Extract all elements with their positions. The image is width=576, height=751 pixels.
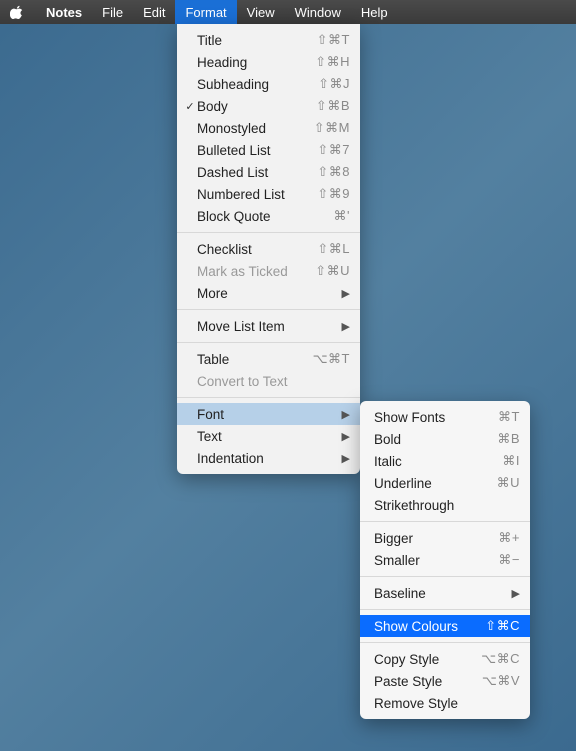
menu-item-body[interactable]: ✓Body⇧⌘B [177, 95, 360, 117]
font-submenu: Show Fonts⌘T Bold⌘B Italic⌘I Underline⌘U… [360, 401, 530, 719]
menu-separator [177, 309, 360, 310]
menubar-item-edit[interactable]: Edit [133, 0, 175, 24]
menubar-app-name[interactable]: Notes [36, 0, 92, 24]
menu-item-baseline[interactable]: Baseline▶ [360, 582, 530, 604]
check-icon: ✓ [183, 100, 197, 113]
menu-item-paste-style[interactable]: Paste Style⌥⌘V [360, 670, 530, 692]
menu-item-table[interactable]: Table⌥⌘T [177, 348, 360, 370]
chevron-right-icon: ▶ [338, 452, 350, 465]
menu-item-smaller[interactable]: Smaller⌘− [360, 549, 530, 571]
chevron-right-icon: ▶ [338, 287, 350, 300]
menu-item-show-fonts[interactable]: Show Fonts⌘T [360, 406, 530, 428]
menubar: Notes File Edit Format View Window Help [0, 0, 576, 24]
menu-item-show-colours[interactable]: Show Colours⇧⌘C [360, 615, 530, 637]
menu-item-block-quote[interactable]: Block Quote⌘' [177, 205, 360, 227]
menu-item-move-list-item[interactable]: Move List Item▶ [177, 315, 360, 337]
menu-item-font[interactable]: Font▶ [177, 403, 360, 425]
chevron-right-icon: ▶ [338, 320, 350, 333]
menu-item-text[interactable]: Text▶ [177, 425, 360, 447]
menu-item-mark-as-ticked: Mark as Ticked⇧⌘U [177, 260, 360, 282]
menu-item-subheading[interactable]: Subheading⇧⌘J [177, 73, 360, 95]
menu-item-title[interactable]: Title⇧⌘T [177, 29, 360, 51]
menu-item-more[interactable]: More▶ [177, 282, 360, 304]
menubar-item-view[interactable]: View [237, 0, 285, 24]
menu-item-dashed-list[interactable]: Dashed List⇧⌘8 [177, 161, 360, 183]
menubar-item-file[interactable]: File [92, 0, 133, 24]
menu-item-italic[interactable]: Italic⌘I [360, 450, 530, 472]
menu-item-checklist[interactable]: Checklist⇧⌘L [177, 238, 360, 260]
menu-separator [177, 342, 360, 343]
menu-item-copy-style[interactable]: Copy Style⌥⌘C [360, 648, 530, 670]
menu-item-remove-style[interactable]: Remove Style [360, 692, 530, 714]
apple-icon[interactable] [10, 5, 24, 19]
menu-item-heading[interactable]: Heading⇧⌘H [177, 51, 360, 73]
menubar-item-help[interactable]: Help [351, 0, 398, 24]
menu-item-bigger[interactable]: Bigger⌘+ [360, 527, 530, 549]
chevron-right-icon: ▶ [338, 408, 350, 421]
format-menu: Title⇧⌘T Heading⇧⌘H Subheading⇧⌘J ✓Body⇧… [177, 24, 360, 474]
menu-item-monostyled[interactable]: Monostyled⇧⌘M [177, 117, 360, 139]
menu-item-strikethrough[interactable]: Strikethrough [360, 494, 530, 516]
menu-item-indentation[interactable]: Indentation▶ [177, 447, 360, 469]
menu-separator [360, 642, 530, 643]
menu-separator [177, 397, 360, 398]
chevron-right-icon: ▶ [338, 430, 350, 443]
menu-item-convert-to-text: Convert to Text [177, 370, 360, 392]
menu-item-bulleted-list[interactable]: Bulleted List⇧⌘7 [177, 139, 360, 161]
menu-separator [177, 232, 360, 233]
menubar-item-window[interactable]: Window [285, 0, 351, 24]
menu-item-bold[interactable]: Bold⌘B [360, 428, 530, 450]
menubar-item-format[interactable]: Format [175, 0, 236, 24]
chevron-right-icon: ▶ [508, 587, 520, 600]
menu-separator [360, 576, 530, 577]
menu-separator [360, 521, 530, 522]
menu-separator [360, 609, 530, 610]
menu-item-underline[interactable]: Underline⌘U [360, 472, 530, 494]
menu-item-numbered-list[interactable]: Numbered List⇧⌘9 [177, 183, 360, 205]
